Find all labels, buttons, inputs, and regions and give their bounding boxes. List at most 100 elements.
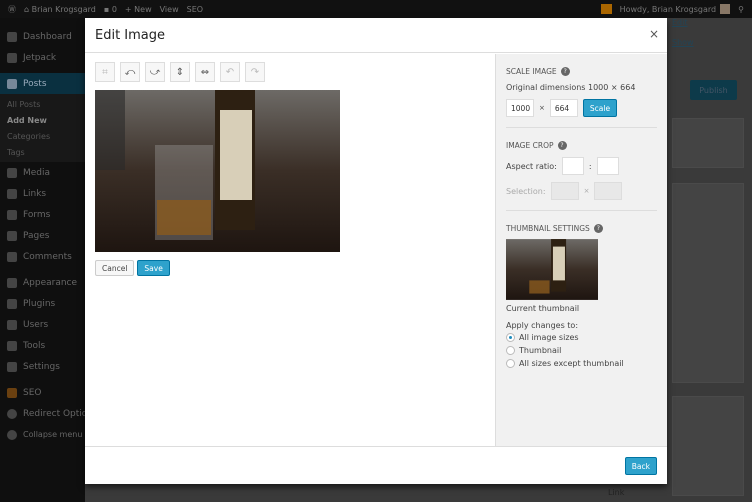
submenu-categories[interactable]: Categories	[0, 128, 85, 144]
format-link-label: Link	[608, 488, 625, 497]
show-link[interactable]: Show	[672, 38, 694, 47]
back-button[interactable]: Back	[624, 457, 657, 475]
redirect-icon	[7, 408, 17, 419]
menu-label: Jetpack	[23, 52, 57, 63]
edit-link[interactable]: Edit	[672, 18, 688, 27]
aspect-height-input[interactable]	[596, 157, 619, 175]
menu-label: Appearance	[23, 277, 78, 288]
radio-all-image-sizes[interactable]: All image sizes	[506, 332, 657, 343]
current-thumbnail-caption: Current thumbnail	[506, 304, 580, 313]
aspect-width-input[interactable]	[561, 157, 584, 175]
seo-icon	[7, 387, 17, 398]
image-crop-heading: Image Crop	[506, 141, 554, 150]
crop-button[interactable]: ⌗	[95, 62, 115, 82]
close-icon[interactable]: ×	[649, 27, 659, 41]
brush-icon	[7, 277, 17, 288]
dashboard-icon	[7, 31, 17, 42]
selection-width-input[interactable]	[550, 182, 579, 200]
menu-users[interactable]: Users	[0, 314, 85, 335]
publish-button[interactable]: Publish	[690, 80, 737, 100]
flip-vertical-button[interactable]: ⇕	[170, 62, 190, 82]
scale-height-input[interactable]: 664	[549, 99, 578, 117]
modal-footer: Back	[85, 446, 667, 484]
rotate-right-button[interactable]: ⤻	[145, 62, 165, 82]
forms-icon	[7, 209, 17, 220]
scale-button[interactable]: Scale	[582, 99, 618, 117]
menu-label: Collapse menu	[23, 430, 83, 439]
admin-bar: Ⓦ ⌂ Brian Krogsgard ▪ 0 + New View SEO H…	[0, 0, 752, 18]
menu-posts[interactable]: Posts	[0, 73, 85, 94]
menu-links[interactable]: Links	[0, 183, 85, 204]
menu-comments[interactable]: Comments	[0, 246, 85, 267]
save-button[interactable]: Save	[137, 260, 170, 276]
image-crop-section: Image Crop? Aspect ratio: : Selection: ×	[506, 128, 657, 211]
menu-label: Posts	[23, 78, 47, 89]
user-icon	[7, 319, 17, 330]
modal-title: Edit Image	[95, 27, 166, 43]
redo-button[interactable]: ↷	[245, 62, 265, 82]
flip-horizontal-button[interactable]: ⇔	[195, 62, 215, 82]
menu-label: Forms	[23, 209, 51, 220]
menu-forms[interactable]: Forms	[0, 204, 85, 225]
menu-media[interactable]: Media	[0, 162, 85, 183]
help-icon[interactable]: ?	[557, 141, 567, 150]
rotate-right-icon: ⤻	[149, 66, 161, 78]
collapse-menu[interactable]: Collapse menu	[0, 424, 85, 445]
image-settings-panel: Scale Image? Original dimensions 1000 × …	[495, 54, 667, 446]
original-dimensions: Original dimensions 1000 × 664	[506, 83, 636, 92]
comments-link[interactable]: ▪ 0	[104, 5, 117, 14]
comment-icon	[7, 251, 17, 262]
menu-seo[interactable]: SEO	[0, 382, 85, 403]
rotate-left-button[interactable]: ⤺	[120, 62, 140, 82]
admin-sidebar: Dashboard Jetpack Posts All Posts Add Ne…	[0, 18, 98, 502]
menu-settings[interactable]: Settings	[0, 356, 85, 377]
menu-dashboard[interactable]: Dashboard	[0, 26, 85, 47]
menu-jetpack[interactable]: Jetpack	[0, 47, 85, 68]
avatar[interactable]	[720, 4, 731, 14]
selection-height-input[interactable]	[594, 182, 623, 200]
menu-plugins[interactable]: Plugins	[0, 293, 85, 314]
radio-all-except-thumbnail[interactable]: All sizes except thumbnail	[506, 358, 657, 369]
site-name-link[interactable]: ⌂ Brian Krogsgard	[24, 5, 96, 14]
help-icon[interactable]: ?	[593, 224, 603, 233]
menu-label: Users	[23, 319, 49, 330]
thumbnail-settings-section: Thumbnail Settings? Current thumbnail Ap…	[506, 211, 657, 379]
link-icon	[7, 188, 17, 199]
jetpack-icon	[7, 52, 17, 63]
undo-button[interactable]: ↶	[220, 62, 240, 82]
wordpress-logo-icon[interactable]: Ⓦ	[8, 4, 16, 15]
seo-link[interactable]: SEO	[187, 5, 203, 14]
rotate-left-icon: ⤺	[124, 66, 136, 78]
radio-thumbnail[interactable]: Thumbnail	[506, 345, 657, 356]
radio-unchecked-icon	[506, 359, 515, 368]
menu-pages[interactable]: Pages	[0, 225, 85, 246]
flip-horizontal-icon: ⇔	[200, 66, 210, 78]
submenu-add-new[interactable]: Add New	[0, 112, 85, 128]
menu-label: Settings	[23, 361, 60, 372]
cancel-button[interactable]: Cancel	[95, 260, 135, 276]
search-icon[interactable]: ⚲	[738, 5, 744, 14]
posts-submenu: All Posts Add New Categories Tags	[0, 94, 85, 162]
menu-redirect-options[interactable]: Redirect Options	[0, 403, 98, 424]
submenu-tags[interactable]: Tags	[0, 144, 85, 160]
flip-vertical-icon: ⇕	[175, 66, 185, 78]
menu-appearance[interactable]: Appearance	[0, 272, 85, 293]
notification-icon[interactable]	[600, 4, 612, 14]
plugin-icon	[7, 298, 17, 309]
howdy-link[interactable]: Howdy, Brian Krogsgard	[620, 5, 717, 14]
new-link[interactable]: + New	[125, 5, 152, 14]
scale-image-section: Scale Image? Original dimensions 1000 × …	[506, 54, 657, 128]
collapse-icon	[7, 429, 17, 440]
view-link[interactable]: View	[160, 5, 179, 14]
submenu-all-posts[interactable]: All Posts	[0, 96, 85, 112]
menu-label: Dashboard	[23, 31, 72, 42]
pages-icon	[7, 230, 17, 241]
aspect-ratio-label: Aspect ratio:	[506, 161, 557, 171]
image-toolbar: ⌗ ⤺ ⤻ ⇕ ⇔ ↶ ↷	[95, 62, 265, 82]
menu-label: Plugins	[23, 298, 56, 309]
image-preview[interactable]	[95, 90, 340, 252]
crop-icon: ⌗	[102, 66, 108, 78]
menu-tools[interactable]: Tools	[0, 335, 85, 356]
scale-width-input[interactable]: 1000	[506, 99, 534, 117]
help-icon[interactable]: ?	[560, 67, 570, 76]
